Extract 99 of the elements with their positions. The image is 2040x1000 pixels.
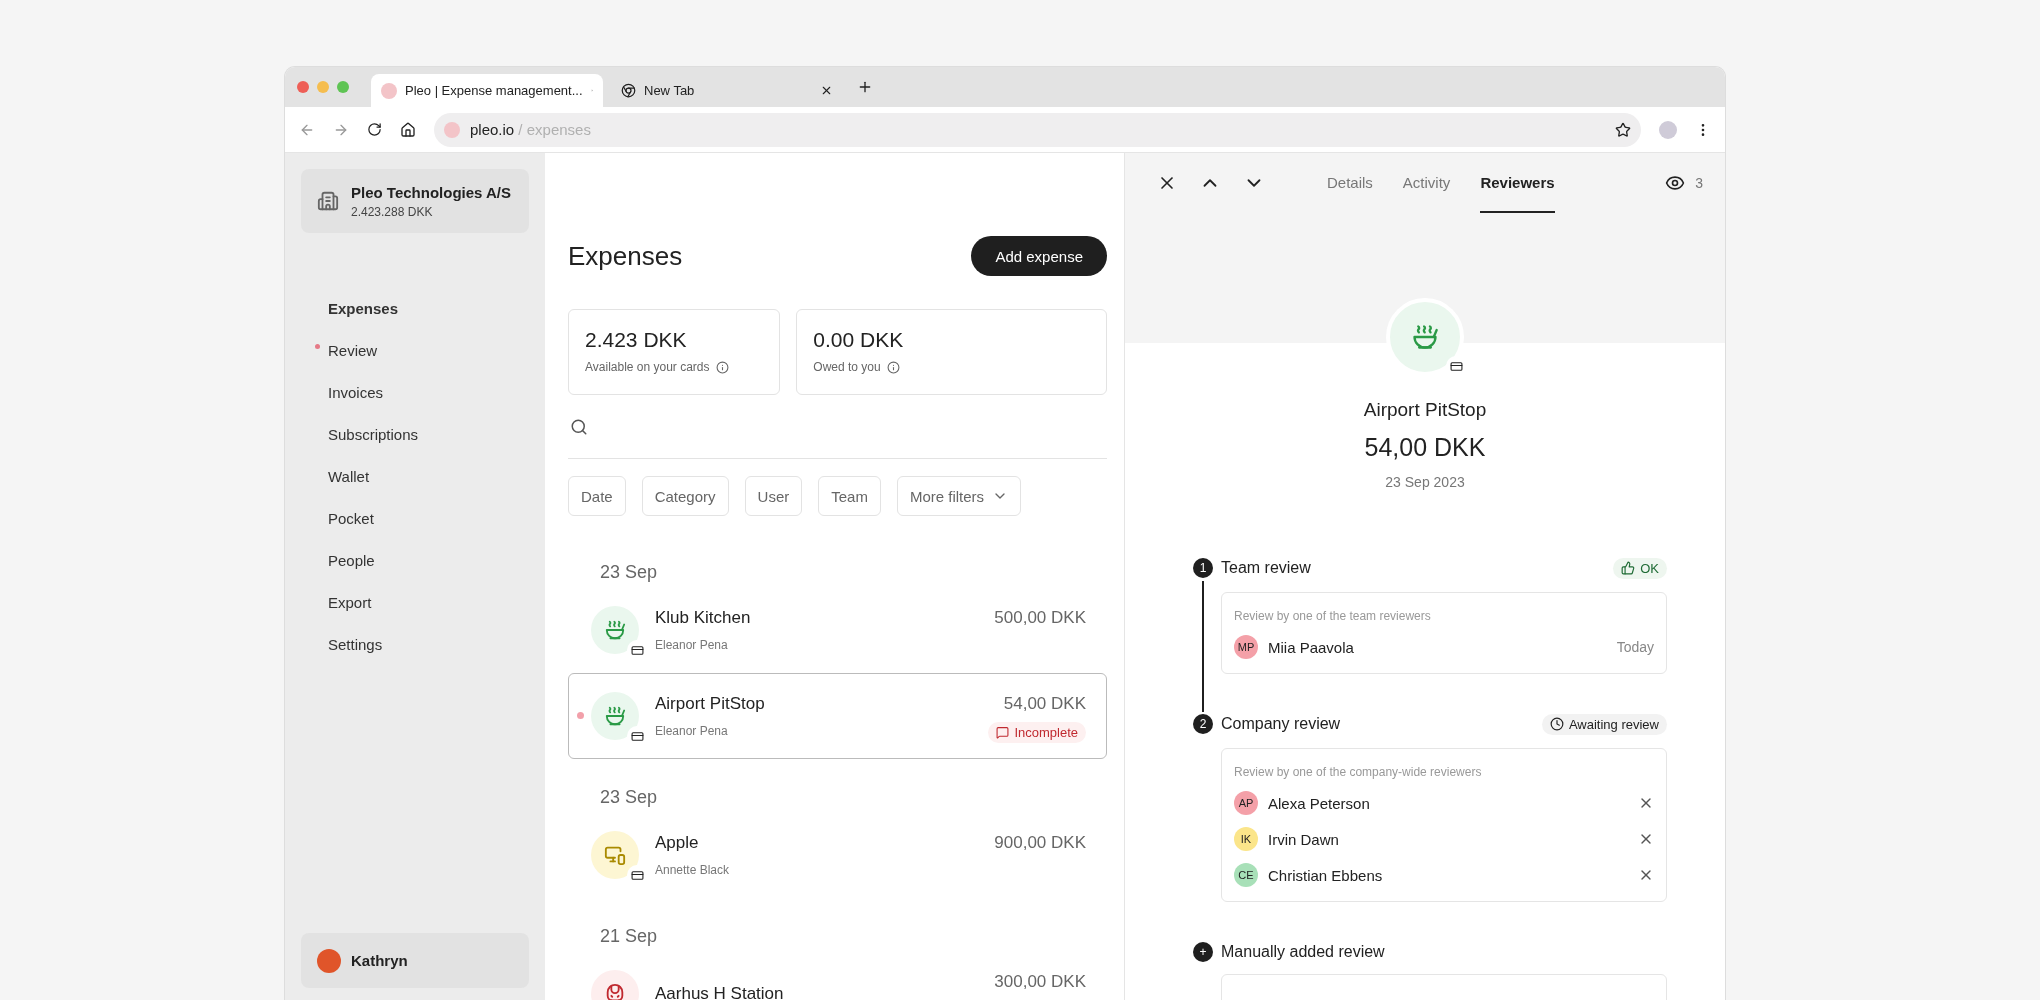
nav-item[interactable]: Expenses [301,287,529,329]
nav-item[interactable]: Review [301,329,529,371]
detail-tab[interactable]: Details [1327,153,1373,213]
card-icon [630,643,644,657]
nav-item[interactable]: Subscriptions [301,413,529,455]
filter-button[interactable]: Date [568,476,626,516]
user-name: Kathryn [351,952,408,969]
clock-icon [1549,717,1564,731]
address-bar[interactable]: pleo.io / expenses [434,112,1641,147]
merchant-name: Airport PitStop [655,694,765,714]
train-icon [604,983,626,1000]
user-card[interactable]: Kathryn [301,933,529,988]
filter-button[interactable]: Team [818,476,881,516]
nav-item[interactable]: Wallet [301,455,529,497]
organization-card[interactable]: Pleo Technologies A/S 2.423.288 DKK [301,169,529,233]
comment-icon [996,726,1010,739]
filter-button[interactable]: Category [641,476,729,516]
card-icon [630,868,644,882]
filter-button[interactable]: More filters [896,476,1022,516]
browser-icon [621,83,636,98]
detail-tab[interactable]: Reviewers [1480,153,1555,213]
expense-amount: 900,00 DKK [994,833,1086,853]
window-control-icon[interactable] [297,81,309,93]
reviewer-name: Alexa Peterson [1268,794,1370,812]
reload-icon[interactable] [367,122,382,137]
nav-item[interactable]: Pocket [301,497,529,539]
expense-row[interactable]: Klub Kitchen Eleanor Pena 500,00 DKK [568,587,1107,673]
expense-row[interactable]: Airport PitStop Eleanor Pena 54,00 DKK Incomplete [568,673,1107,759]
organization-name: Pleo Technologies A/S [351,183,512,201]
home-icon[interactable] [400,121,416,138]
stat-label: Owed to you [813,360,881,374]
user-avatar [317,948,341,973]
status-badge: OK [1613,557,1667,579]
merchant-name: Airport PitStop [1363,399,1487,421]
user-name: Eleanor Pena [655,638,729,652]
reviewer-avatar: AP [1234,791,1258,815]
reviewer-name: Miia Paavola [1268,638,1354,656]
reviewer-avatar: MP [1234,635,1258,659]
merchant-name: Apple [655,833,700,853]
devices-icon [604,844,626,866]
browser-tab[interactable]: Pleo | Expense management... [371,74,603,107]
user-name: Eleanor Pena [655,724,729,738]
filter-button[interactable]: User [744,476,803,516]
expense-row[interactable]: Apple Annette Black 900,00 DKK [568,812,1107,898]
card-icon [1449,359,1463,373]
date-heading: 23 Sep [599,786,659,809]
bowl-icon [604,705,626,727]
page-title: Expenses [568,240,683,272]
step-title: Company review [1221,715,1341,733]
search-icon [570,417,588,436]
bookmark-icon[interactable] [1615,121,1631,138]
expense-amount: 54,00 DKK [1364,433,1486,462]
step-number: 1 [1193,558,1213,578]
reviewer-name: Christian Ebbens [1268,866,1383,884]
nav-item[interactable]: Export [301,581,529,623]
detail-tab[interactable]: Activity [1402,153,1451,213]
watcher-count: 3 [1695,175,1703,191]
eye-icon[interactable] [1665,173,1686,193]
reviewer-avatar: CE [1234,863,1258,887]
reviewer-name: Irvin Dawn [1268,830,1339,848]
site-icon [381,82,397,99]
status-badge: Incomplete [988,722,1086,743]
reviewer-avatar: IK [1234,827,1258,851]
site-icon [444,121,460,138]
stat-value: 2.423 DKK [585,328,688,352]
card-icon [630,729,644,743]
merchant-name: Aarhus H Station [655,984,784,1000]
stat-value: 0.00 DKK [813,328,905,352]
date-heading: 23 Sep [599,561,659,584]
expense-amount: 500,00 DKK [994,608,1086,628]
step-title: Team review [1221,559,1311,577]
add-expense-button[interactable]: Add expense [971,236,1107,276]
organization-balance: 2.423.288 DKK [351,204,434,219]
merchant-name: Klub Kitchen [655,608,751,628]
reviewers-description: Review by one of the team reviewers [1234,609,1432,623]
status-badge: Awaiting review [1541,713,1667,735]
expense-amount: 300,00 DKK [994,972,1086,992]
nav-item[interactable]: Invoices [301,371,529,413]
thumbs-up-icon [1621,561,1636,575]
bowl-icon [604,619,626,641]
reviewers-description: Review by one of the company-wide reviewers [1234,765,1483,779]
user-name: Annette Black [655,863,730,877]
step-number: + [1193,942,1213,962]
info-icon[interactable] [886,360,900,374]
building-icon [317,190,339,212]
info-icon[interactable] [715,360,729,374]
new-tab-icon[interactable] [857,79,873,95]
step-number: 2 [1193,714,1213,734]
nav-item[interactable]: Settings [301,623,529,665]
expense-row[interactable]: Aarhus H Station 300,00 DKK [568,951,1107,1000]
expense-date: 23 Sep 2023 [1385,474,1465,490]
bowl-icon [1411,323,1439,351]
step-title: Manually added review [1221,943,1385,961]
browser-tab[interactable]: New Tab [611,74,843,107]
date-heading: 21 Sep [599,925,659,948]
stat-label: Available on your cards [585,360,710,374]
expense-amount: 54,00 DKK [1003,694,1086,714]
review-time: Today [1616,639,1654,655]
nav-item[interactable]: People [301,539,529,581]
